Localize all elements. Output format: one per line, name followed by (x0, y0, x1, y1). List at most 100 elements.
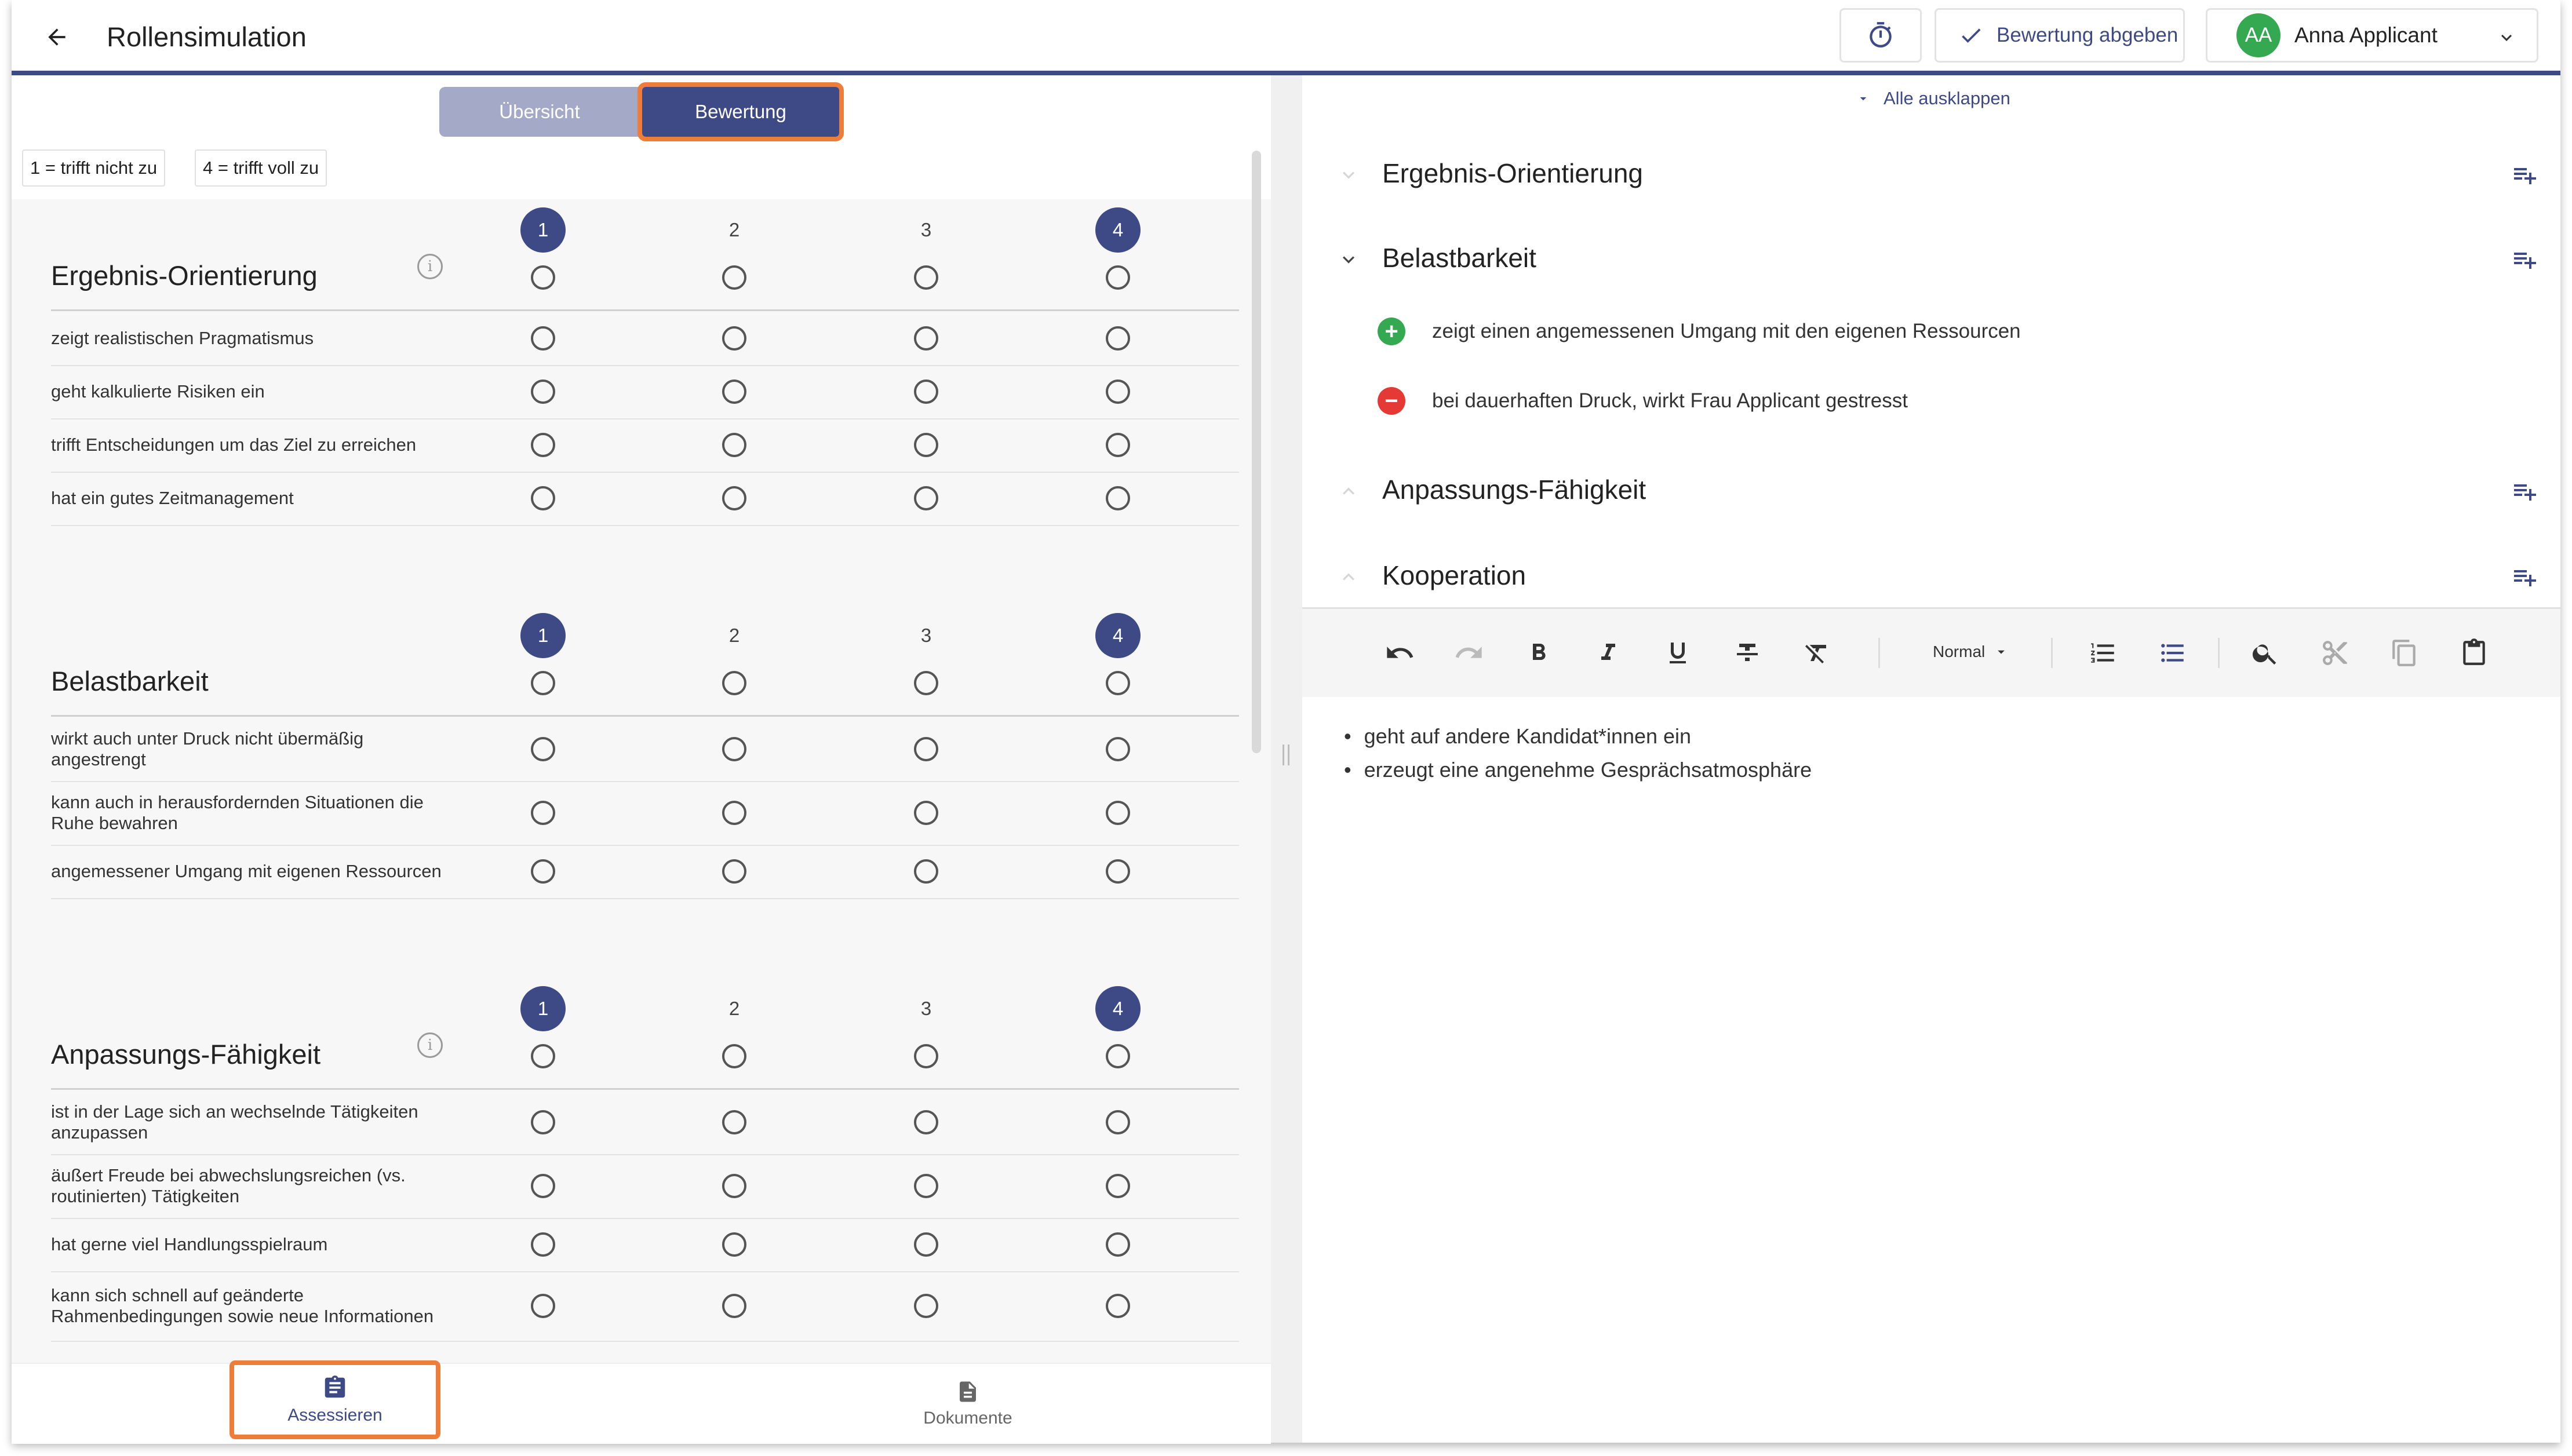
splitter-grip-icon[interactable] (1283, 745, 1289, 765)
rating-radio[interactable] (1106, 1232, 1130, 1257)
rating-radio[interactable] (1106, 1174, 1130, 1198)
rating-radio[interactable] (914, 859, 938, 884)
category-kooperation[interactable]: Kooperation (1302, 542, 2560, 606)
rating-radio[interactable] (722, 1044, 746, 1068)
rating-radio[interactable] (531, 859, 555, 884)
rating-radio[interactable] (531, 671, 555, 695)
rating-radio[interactable] (531, 265, 555, 290)
editor-bullet: erzeugt eine angenehme Gesprächsatmosphä… (1344, 753, 1812, 787)
rating-radio[interactable] (914, 433, 938, 457)
rating-radio[interactable] (722, 265, 746, 290)
category-ergebnis[interactable]: Ergebnis-Orientierung (1302, 140, 2560, 204)
rating-radio[interactable] (722, 326, 746, 351)
rating-radio[interactable] (531, 379, 555, 404)
rating-radio[interactable] (531, 1174, 555, 1198)
playlist-add-icon[interactable] (2511, 246, 2538, 273)
tab-rating[interactable]: Bewertung (637, 82, 844, 141)
rating-radio[interactable] (531, 1294, 555, 1318)
search-icon[interactable] (2247, 634, 2284, 672)
rating-radio[interactable] (914, 801, 938, 825)
category-anpassung[interactable]: Anpassungs-Fähigkeit (1302, 457, 2560, 520)
nav-documents[interactable]: Dokumente (864, 1364, 1072, 1444)
rating-radio[interactable] (914, 1294, 938, 1318)
rating-radio[interactable] (1106, 859, 1130, 884)
rating-radio[interactable] (531, 801, 555, 825)
rating-radio[interactable] (914, 326, 938, 351)
underline-icon[interactable] (1659, 634, 1696, 672)
rating-radio[interactable] (1106, 433, 1130, 457)
undo-icon[interactable] (1381, 634, 1418, 672)
numbered-list-icon[interactable] (2085, 634, 2122, 672)
rating-radio[interactable] (1106, 801, 1130, 825)
expand-all-button[interactable]: Alle ausklappen (1856, 88, 2010, 109)
rating-radio[interactable] (722, 379, 746, 404)
rating-radio[interactable] (722, 671, 746, 695)
section-divider (51, 309, 1239, 311)
row-divider (51, 418, 1239, 419)
strikethrough-icon[interactable] (1729, 634, 1766, 672)
rating-radio[interactable] (722, 1294, 746, 1318)
format-select[interactable]: Normal (1933, 643, 2009, 661)
rating-radio[interactable] (531, 486, 555, 510)
redo-icon[interactable] (1451, 634, 1488, 672)
rating-radio[interactable] (914, 1110, 938, 1134)
rating-radio[interactable] (1106, 379, 1130, 404)
rating-radio[interactable] (914, 379, 938, 404)
rating-radio[interactable] (914, 1044, 938, 1068)
paste-icon[interactable] (2456, 634, 2493, 672)
rating-radio[interactable] (914, 671, 938, 695)
rating-radio[interactable] (722, 859, 746, 884)
rating-radio[interactable] (722, 1174, 746, 1198)
nav-assess[interactable]: Assessieren (229, 1360, 440, 1439)
rating-radio[interactable] (531, 1044, 555, 1068)
rating-radio[interactable] (531, 326, 555, 351)
rating-radio[interactable] (1106, 737, 1130, 761)
scale-number: 3 (920, 998, 932, 1019)
rating-radio[interactable] (1106, 1294, 1130, 1318)
bold-icon[interactable] (1520, 634, 1557, 672)
notes-editor[interactable]: geht auf andere Kandidat*innen ein erzeu… (1344, 720, 1812, 787)
copy-icon[interactable] (2386, 634, 2423, 672)
rating-radio[interactable] (1106, 671, 1130, 695)
rating-section: 1 2 3 4 Anpassungs-Fähigkeit i ist in der Lage… (12, 986, 1271, 1364)
rating-radio[interactable] (531, 1232, 555, 1257)
rating-radio[interactable] (722, 1110, 746, 1134)
rating-radio[interactable] (531, 433, 555, 457)
rating-radio[interactable] (1106, 326, 1130, 351)
info-icon[interactable]: i (417, 1032, 443, 1058)
rating-radio[interactable] (722, 801, 746, 825)
timer-button[interactable] (1839, 8, 1922, 63)
playlist-add-icon[interactable] (2511, 563, 2538, 591)
bullet-list-icon[interactable] (2154, 634, 2191, 672)
rating-radio[interactable] (914, 1232, 938, 1257)
playlist-add-icon[interactable] (2511, 477, 2538, 505)
user-menu[interactable]: AA Anna Applicant (2206, 8, 2538, 63)
rating-radio[interactable] (914, 486, 938, 510)
rating-radio[interactable] (1106, 1110, 1130, 1134)
rating-radio[interactable] (722, 433, 746, 457)
rating-radio[interactable] (531, 1110, 555, 1134)
rating-radio[interactable] (531, 737, 555, 761)
chevron-up-icon (1343, 573, 1354, 581)
tab-overview[interactable]: Übersicht (439, 87, 640, 137)
rating-radio[interactable] (914, 737, 938, 761)
rating-radio[interactable] (1106, 1044, 1130, 1068)
scissors-icon[interactable] (2316, 634, 2354, 672)
rating-radio[interactable] (722, 486, 746, 510)
rating-radio[interactable] (722, 737, 746, 761)
category-belastbarkeit[interactable]: Belastbarkeit (1302, 225, 2560, 289)
negative-note[interactable]: − bei dauerhaften Druck, wirkt Frau Appl… (1378, 387, 1908, 415)
rating-radio[interactable] (1106, 265, 1130, 290)
clear-format-icon[interactable] (1798, 634, 1835, 672)
rating-radio[interactable] (914, 265, 938, 290)
rating-radio[interactable] (914, 1174, 938, 1198)
back-arrow-icon[interactable] (34, 14, 80, 60)
submit-rating-button[interactable]: Bewertung abgeben (1935, 8, 2185, 63)
positive-note[interactable]: + zeigt einen angemessenen Umgang mit de… (1378, 318, 2021, 345)
rating-panel-header: Übersicht Bewertung 1 = trifft nicht zu … (12, 75, 1271, 199)
info-icon[interactable]: i (417, 254, 443, 279)
rating-radio[interactable] (1106, 486, 1130, 510)
italic-icon[interactable] (1590, 634, 1627, 672)
playlist-add-icon[interactable] (2511, 161, 2538, 189)
rating-radio[interactable] (722, 1232, 746, 1257)
